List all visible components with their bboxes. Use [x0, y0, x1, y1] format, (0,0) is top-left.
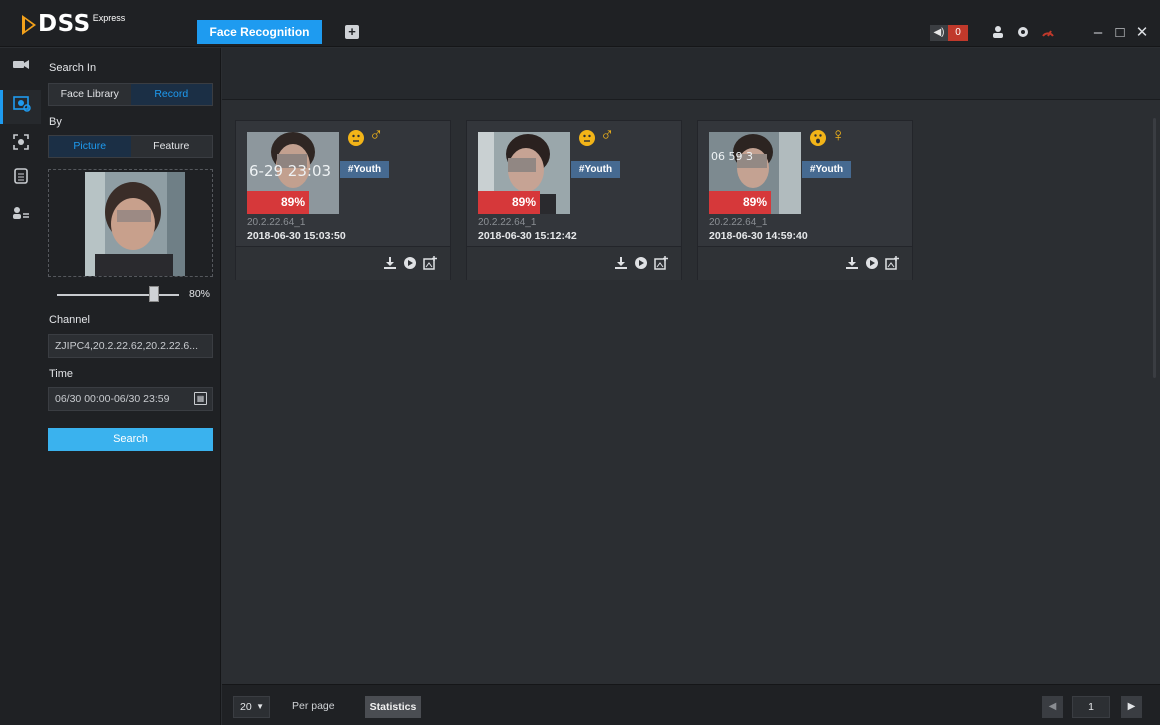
user-icon[interactable]	[990, 25, 1006, 41]
by-label: By	[49, 116, 62, 128]
age-tag: #Youth	[340, 161, 389, 178]
result-channel: 20.2.22.64_1	[478, 217, 537, 228]
close-button[interactable]: ✕	[1134, 24, 1150, 42]
query-face-image[interactable]	[85, 172, 185, 276]
result-time: 2018-06-30 15:12:42	[478, 230, 577, 242]
face-scan-icon[interactable]	[0, 128, 41, 162]
neutral-face-icon	[348, 130, 364, 146]
age-tag: #Youth	[571, 161, 620, 178]
chevron-down-icon: ▼	[256, 702, 264, 711]
prev-page-icon[interactable]: ◀	[1042, 696, 1063, 718]
app-window: DSS Express Face Recognition + ◀) 0 – □ …	[0, 0, 1160, 725]
search-by-feature[interactable]: Feature	[131, 136, 213, 157]
alarm-indicator[interactable]: ◀) 0	[930, 25, 968, 41]
next-page-icon[interactable]: ▶	[1121, 696, 1142, 718]
search-in-face-library[interactable]: Face Library	[49, 84, 131, 105]
result-channel: 20.2.22.64_1	[247, 217, 306, 228]
result-channel: 20.2.22.64_1	[709, 217, 768, 228]
result-time: 2018-06-30 14:59:40	[709, 230, 808, 242]
app-logo: DSS Express	[22, 12, 125, 38]
download-icon[interactable]	[844, 256, 859, 271]
surprised-face-icon	[810, 130, 826, 146]
per-page-label: Per page	[292, 700, 335, 712]
match-score: 89%	[478, 191, 540, 214]
gear-icon[interactable]	[1015, 25, 1031, 41]
results-toolbar	[222, 48, 1160, 100]
results-scrollbar[interactable]	[1153, 118, 1156, 378]
download-icon[interactable]	[613, 256, 628, 271]
search-panel: Search In Face Library Record By Picture…	[41, 48, 221, 725]
card-actions	[698, 246, 912, 280]
playback-icon[interactable]	[864, 256, 879, 271]
result-thumbnail[interactable]: 89%	[478, 132, 570, 214]
result-time: 2018-06-30 15:03:50	[247, 230, 346, 242]
result-thumbnail[interactable]: 6-29 23:03 89%	[247, 132, 339, 214]
channel-label: Channel	[49, 314, 90, 326]
search-in-label: Search In	[49, 62, 97, 74]
similarity-value: 80%	[189, 288, 211, 300]
pagination-bar: 20 ▼ Per page Statistics ◀ 1 ▶	[222, 684, 1160, 725]
male-icon: ♂	[600, 125, 615, 146]
page-size-select[interactable]: 20 ▼	[233, 696, 270, 718]
statistics-button[interactable]: Statistics	[365, 696, 421, 718]
time-label: Time	[49, 368, 74, 380]
app-name: DSS	[38, 11, 91, 37]
thumbnail-overlay-text: 6-29 23:03	[249, 162, 331, 180]
time-range-field[interactable]: 06/30 00:00-06/30 23:59 ▦	[48, 387, 213, 411]
result-card[interactable]: 6-29 23:03 89% ♂ #Youth 20.2.22.64_1 201…	[235, 120, 451, 280]
search-in-record[interactable]: Record	[130, 84, 212, 105]
match-score: 89%	[709, 191, 771, 214]
female-icon: ♀	[831, 125, 846, 146]
download-icon[interactable]	[382, 256, 397, 271]
neutral-face-icon	[579, 130, 595, 146]
card-actions	[236, 246, 450, 280]
face-search-icon[interactable]	[0, 90, 41, 124]
logo-mark-icon	[22, 15, 36, 35]
male-icon: ♂	[369, 125, 384, 146]
page-size-value: 20	[240, 701, 252, 713]
maximize-button[interactable]: □	[1112, 24, 1128, 42]
search-in-toggle: Face Library Record	[48, 83, 213, 106]
results-area: 6-29 23:03 89% ♂ #Youth 20.2.22.64_1 201…	[222, 48, 1160, 725]
calendar-icon[interactable]: ▦	[194, 392, 207, 405]
card-actions	[467, 246, 681, 280]
search-button[interactable]: Search	[48, 428, 213, 451]
speaker-icon[interactable]: ◀)	[930, 25, 948, 41]
time-range-value: 06/30 00:00-06/30 23:59	[55, 393, 170, 405]
age-tag: #Youth	[802, 161, 851, 178]
playback-icon[interactable]	[402, 256, 417, 271]
camera-icon[interactable]	[0, 50, 41, 84]
gauge-icon[interactable]	[1040, 25, 1056, 41]
playback-icon[interactable]	[633, 256, 648, 271]
channel-select[interactable]: ZJIPC4,20.2.22.62,20.2.22.6...	[48, 334, 213, 358]
search-by-picture[interactable]: Picture	[49, 136, 131, 157]
search-by-toggle: Picture Feature	[48, 135, 213, 158]
similarity-slider-track[interactable]	[57, 294, 179, 296]
match-score: 89%	[247, 191, 309, 214]
user-list-icon[interactable]	[0, 198, 41, 232]
result-card[interactable]: 06 59 3 89% ♀ #Youth 20.2.22.64_1 2018-0…	[697, 120, 913, 280]
app-edition: Express	[92, 13, 126, 23]
left-rail	[0, 48, 41, 725]
similarity-slider-thumb[interactable]	[149, 286, 159, 302]
result-thumbnail[interactable]: 06 59 3 89%	[709, 132, 801, 214]
thumbnail-overlay-text: 06 59 3	[711, 150, 753, 163]
title-bar: DSS Express Face Recognition + ◀) 0 – □ …	[0, 0, 1160, 47]
document-icon[interactable]	[0, 162, 41, 196]
add-to-library-icon[interactable]	[653, 256, 668, 271]
alarm-count: 0	[948, 25, 968, 41]
add-to-library-icon[interactable]	[422, 256, 437, 271]
tab-face-recognition[interactable]: Face Recognition	[197, 20, 322, 44]
add-to-library-icon[interactable]	[884, 256, 899, 271]
page-number-input[interactable]: 1	[1072, 696, 1110, 718]
plus-square-icon[interactable]: +	[345, 25, 359, 39]
minimize-button[interactable]: –	[1090, 24, 1106, 42]
result-card[interactable]: 89% ♂ #Youth 20.2.22.64_1 2018-06-30 15:…	[466, 120, 682, 280]
